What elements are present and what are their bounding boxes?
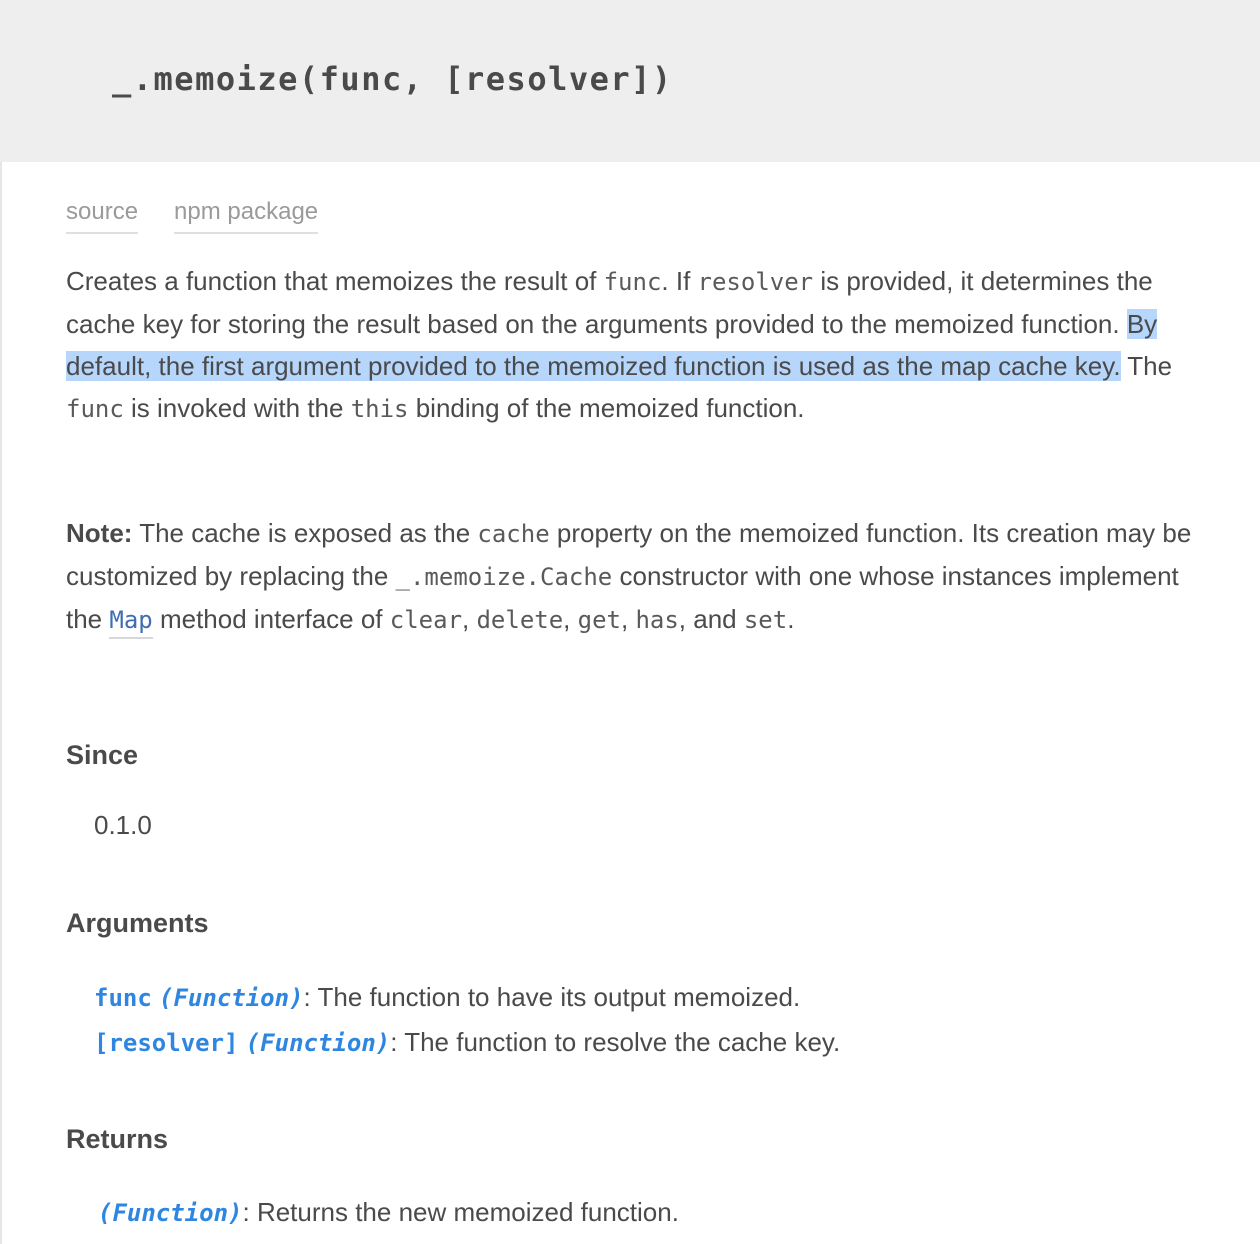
note-label: Note: — [66, 518, 133, 548]
page-left-border — [0, 0, 2, 1244]
argument-name: func — [94, 984, 152, 1012]
since-version: 0.1.0 — [94, 810, 152, 840]
source-link[interactable]: source — [66, 198, 139, 234]
code-func: func — [603, 268, 662, 296]
description-text: Creates a function that memoizes the res… — [66, 266, 604, 296]
code-func: func — [66, 395, 124, 423]
note-text: . — [787, 604, 795, 634]
code-this: this — [350, 395, 409, 423]
note-text: , — [620, 604, 636, 634]
code-set: set — [743, 606, 788, 634]
function-signature: _.memoize(func, [resolver]) — [112, 60, 673, 98]
code-has: has — [635, 606, 679, 634]
doc-header: _.memoize(func, [resolver]) — [0, 0, 1260, 162]
argument-item: func (Function): The function to have it… — [94, 980, 800, 1015]
description-text: binding of the memoized function. — [408, 393, 805, 423]
description-paragraph: Creates a function that memoizes the res… — [66, 260, 1206, 430]
note-text: , and — [678, 604, 744, 634]
argument-name: [resolver] — [94, 1029, 239, 1057]
since-heading: Since — [66, 740, 139, 770]
description-text: . If — [661, 266, 698, 296]
note-text: The cache is exposed as the — [132, 518, 478, 548]
returns-heading: Returns — [66, 1124, 169, 1154]
return-type: (Function) — [98, 1199, 243, 1227]
note-text: method interface of — [152, 604, 390, 634]
argument-type: (Function) — [245, 1029, 391, 1057]
description-text: The — [1120, 351, 1173, 381]
note-text: , — [563, 604, 578, 634]
npm-package-link[interactable]: npm package — [174, 198, 319, 234]
code-resolver: resolver — [697, 268, 814, 296]
return-description: : Returns the new memoized function. — [242, 1197, 679, 1227]
note-text: , — [462, 604, 477, 634]
code-clear: clear — [389, 606, 463, 634]
argument-item: [resolver] (Function): The function to r… — [94, 1025, 840, 1060]
argument-type: (Function) — [159, 984, 304, 1012]
code-get: get — [577, 606, 621, 634]
arguments-heading: Arguments — [66, 908, 209, 938]
returns-item: (Function): Returns the new memoized fun… — [98, 1195, 679, 1230]
code-memoize-cache: _.memoize.Cache — [395, 563, 613, 591]
argument-description: : The function to resolve the cache key. — [390, 1027, 841, 1057]
code-cache: cache — [477, 520, 550, 548]
description-text: is invoked with the — [123, 393, 351, 423]
doc-links: source npm package — [66, 198, 319, 238]
argument-description: : The function to have its output memoiz… — [303, 982, 801, 1012]
note-paragraph: Note: The cache is exposed as the cache … — [66, 512, 1206, 641]
map-link[interactable]: Map — [109, 606, 153, 639]
code-delete: delete — [476, 606, 564, 634]
